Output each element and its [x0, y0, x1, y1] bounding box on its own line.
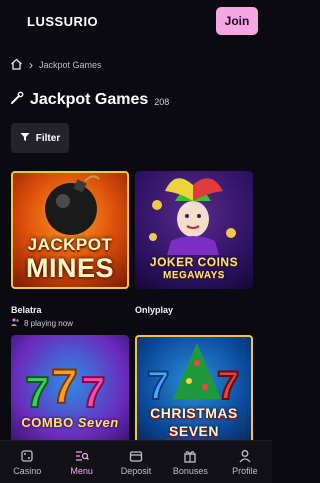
wallet-icon	[129, 449, 143, 463]
filter-icon	[20, 132, 30, 145]
game-title-line1: CHRISTMAS	[150, 405, 238, 421]
jackpot-icon	[10, 91, 24, 110]
svg-text:7: 7	[147, 364, 169, 408]
game-title-line1: JOKER COINS	[149, 255, 239, 269]
page-title: Jackpot Games	[30, 91, 149, 108]
filter-label: Filter	[35, 132, 61, 144]
home-icon[interactable]	[10, 58, 23, 72]
join-button[interactable]: Join	[216, 7, 258, 35]
dice-icon	[20, 449, 34, 463]
breadcrumb: › Jackpot Games	[10, 56, 102, 74]
breadcrumb-current: Jackpot Games	[39, 60, 102, 70]
game-title-word: COMBO	[21, 415, 74, 430]
filter-button[interactable]: Filter	[11, 123, 69, 153]
game-provider: Onlyplay	[135, 305, 174, 315]
bottom-nav: Casino Menu Deposit Bonuses Profile	[0, 440, 272, 483]
nav-deposit-label: Deposit	[120, 465, 152, 476]
svg-text:7: 7	[217, 364, 239, 408]
gift-icon	[183, 449, 197, 463]
svg-text:7: 7	[51, 361, 78, 414]
nav-casino-label: Casino	[13, 465, 42, 476]
nav-profile-label: Profile	[232, 465, 258, 476]
brand-logo[interactable]: LUSSURIO	[27, 14, 98, 29]
game-provider: Belatra	[11, 305, 42, 315]
game-title-line2: MINES	[25, 253, 114, 283]
chevron-right-icon: ›	[29, 58, 33, 72]
nav-deposit[interactable]: Deposit	[109, 441, 163, 483]
users-icon	[11, 318, 20, 328]
nav-casino[interactable]: Casino	[0, 441, 54, 483]
sevens-icon: 7 7 7	[24, 360, 106, 418]
game-title-line1: JACKPOT	[27, 235, 113, 254]
game-count: 208	[154, 97, 170, 107]
game-title-line2: SEVEN	[169, 423, 219, 439]
game-card-joker-coins[interactable]: JOKER COINS MEGAWAYS	[135, 171, 253, 289]
nav-menu[interactable]: Menu	[54, 441, 108, 483]
svg-text:7: 7	[25, 368, 49, 417]
nav-profile[interactable]: Profile	[218, 441, 272, 483]
game-card-christmas-seven[interactable]: 7 7 CHRISTMAS SEVEN	[135, 335, 253, 453]
game-title-word: Seven	[77, 415, 119, 430]
players-online: 8 playing now	[11, 318, 73, 328]
page-title-row: Jackpot Games 208	[10, 90, 169, 110]
svg-text:7: 7	[81, 368, 105, 417]
search-menu-icon	[75, 449, 89, 463]
nav-bonuses[interactable]: Bonuses	[163, 441, 217, 483]
game-card-combo-seven[interactable]: 7 7 7 COMBO Seven	[11, 335, 129, 453]
game-card-jackpot-mines[interactable]: JACKPOT MINES	[11, 171, 129, 289]
top-header: LUSSURIO Join	[0, 0, 272, 44]
game-title-line2: MEGAWAYS	[163, 270, 225, 281]
user-icon	[238, 449, 252, 463]
nav-menu-label: Menu	[70, 465, 93, 476]
game-title-line1: COMBO Seven	[11, 415, 129, 430]
playing-count: 8 playing now	[24, 318, 73, 328]
nav-bonuses-label: Bonuses	[172, 465, 208, 476]
